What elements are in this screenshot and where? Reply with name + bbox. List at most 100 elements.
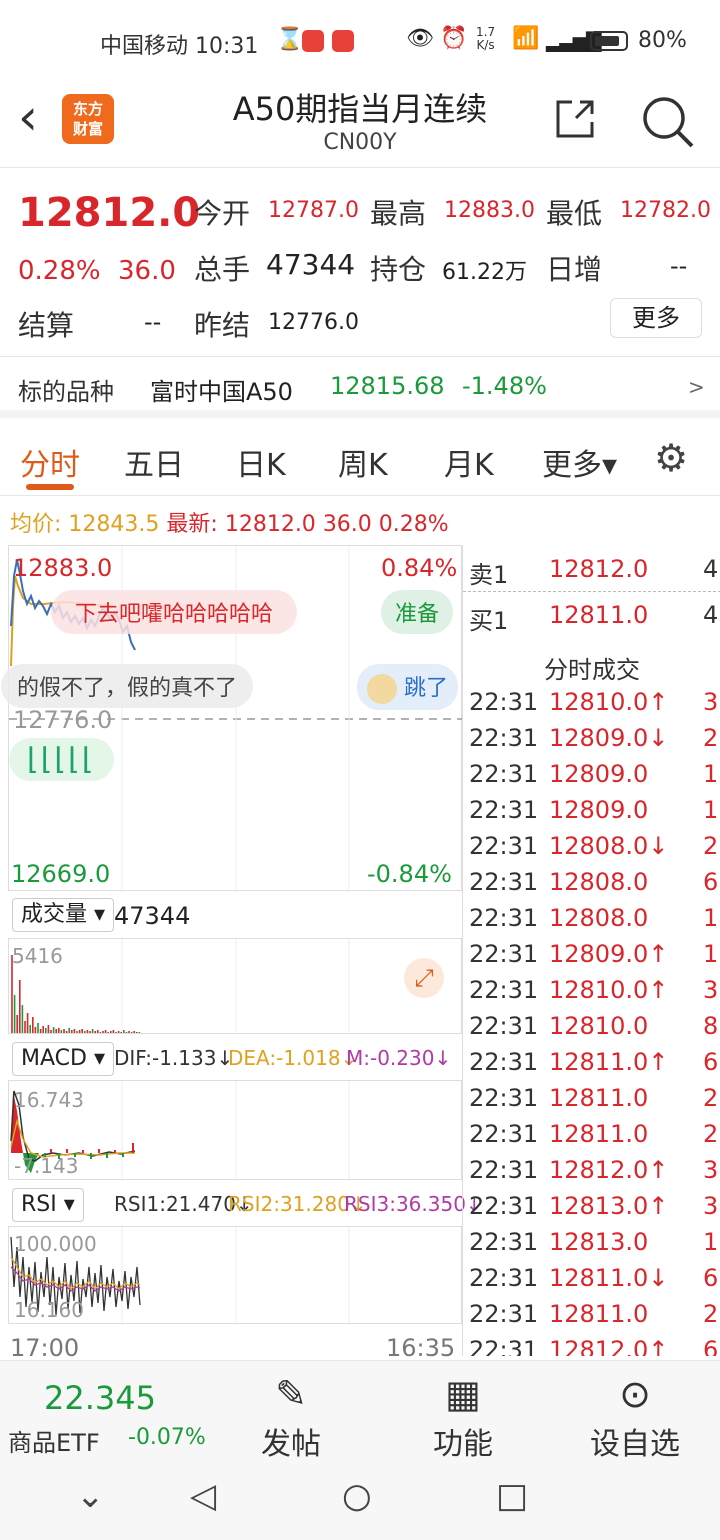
buy-label: 买1	[469, 607, 509, 635]
logo-text: 财富	[72, 120, 103, 138]
trade-time: 22:31	[469, 904, 539, 932]
macd-bottom: -7.143	[14, 1154, 79, 1178]
danmu-emoji: ⌊⌊⌊⌊⌊	[9, 738, 114, 781]
trade-volume: 2	[703, 1300, 719, 1328]
tab-weekly-k[interactable]: 周K	[338, 440, 388, 484]
underlying-row[interactable]: 标的品种 富时中国A50 12815.68 -1.48% >	[0, 356, 720, 418]
trade-volume: 1	[703, 904, 719, 932]
tab-monthly-k[interactable]: 月K	[444, 440, 494, 484]
post-button[interactable]: ✎ 发帖	[236, 1369, 346, 1463]
app-notification-icon	[302, 30, 324, 52]
system-nav-bar: ⌄ ◁ ○ □	[0, 1460, 720, 1540]
danmu-comment: 下去吧嚯哈哈哈哈哈	[51, 590, 298, 634]
trade-row: 22:31 12811.0↓ 6	[469, 1264, 720, 1300]
trade-price: 12811.0↑	[549, 1048, 669, 1076]
trade-volume: 6	[703, 1336, 719, 1356]
active-tab-indicator	[26, 484, 74, 490]
macd-panel: MACD ▾ DIF:-1.133↓ DEA:-1.018↓ M:-0.230↓…	[8, 1040, 462, 1182]
chevron-down-icon[interactable]: ⌄	[76, 1476, 105, 1516]
search-icon[interactable]	[640, 94, 696, 150]
trade-time: 22:31	[469, 832, 539, 860]
back-icon[interactable]: ‹	[18, 92, 38, 142]
chart-bottom-percent: -0.84%	[367, 860, 452, 888]
trade-time: 22:31	[469, 1336, 539, 1356]
underlying-label: 标的品种	[18, 378, 114, 406]
trade-volume: 1	[703, 796, 719, 824]
add-watchlist-button[interactable]: ⊙ 设自选	[580, 1369, 690, 1463]
high-label: 最高	[370, 197, 427, 230]
macd-dif: DIF:-1.133↓	[114, 1046, 234, 1070]
chart-mid-price: 12776.0	[13, 706, 113, 734]
trade-volume: 3	[703, 1192, 719, 1220]
more-button[interactable]: 更多	[610, 298, 702, 338]
trade-price: 12813.0↑	[549, 1192, 669, 1220]
trade-price: 12809.0↓	[549, 724, 669, 752]
volume-total: 47344	[114, 902, 191, 930]
functions-button[interactable]: ▦ 功能	[408, 1369, 518, 1463]
instrument-code: CN00Y	[323, 130, 397, 155]
danmu-comment: 跳了	[357, 664, 459, 710]
expand-icon[interactable]: ⤢	[404, 958, 444, 998]
danmu-text: 跳了	[404, 676, 449, 701]
position-label: 持仓	[370, 253, 427, 286]
alarm-icon: ⏰	[440, 26, 468, 51]
tab-more[interactable]: 更多▾	[542, 440, 617, 484]
back-nav-icon[interactable]: ◁	[190, 1476, 216, 1516]
trade-volume: 1	[703, 940, 719, 968]
hourglass-icon: ⌛	[276, 27, 304, 52]
recents-nav-icon[interactable]: □	[496, 1476, 528, 1516]
avg-label: 均价:	[10, 512, 62, 537]
wifi-icon: 📶	[512, 26, 540, 51]
trade-time: 22:31	[469, 1228, 539, 1256]
avg-value: 12843.5	[68, 512, 160, 537]
buy-volume: 4	[703, 601, 719, 629]
net-speed-unit: K/s	[476, 38, 495, 52]
indicator-selector[interactable]: 成交量 ▾	[12, 898, 115, 932]
high-value: 12883.0	[444, 198, 535, 223]
trade-row: 22:31 12809.0↓ 2	[469, 724, 720, 760]
home-nav-icon[interactable]: ○	[342, 1476, 372, 1516]
chart-start-time: 17:00	[10, 1334, 80, 1362]
trade-volume: 6	[703, 868, 719, 896]
tab-daily-k[interactable]: 日K	[236, 440, 286, 484]
trade-row: 22:31 12808.0↓ 2	[469, 832, 720, 868]
indicator-selector[interactable]: MACD ▾	[12, 1042, 114, 1076]
share-icon[interactable]	[552, 96, 598, 142]
trade-row: 22:31 12811.0 2	[469, 1300, 720, 1336]
latest-change: 36.0	[322, 512, 372, 537]
chevron-right-icon: >	[688, 375, 705, 399]
chart-end-time: 16:35	[386, 1334, 456, 1362]
avg-latest-line: 均价: 12843.5 最新: 12812.0 36.0 0.28%	[10, 506, 449, 538]
low-value: 12782.0	[620, 198, 711, 223]
volume-chart	[8, 938, 462, 1034]
trade-row: 22:31 12809.0 1	[469, 796, 720, 832]
status-bar: 中国移动 10:31 ⌛ 👁 ⏰ 1.7 K/s 📶 ▂▃▅▇ 80%	[0, 0, 720, 82]
latest-percent: 0.28%	[378, 512, 449, 537]
trade-row: 22:31 12813.0 1	[469, 1228, 720, 1264]
tab-intraday[interactable]: 分时	[20, 440, 80, 484]
gear-icon[interactable]: ⚙	[654, 436, 688, 480]
rsi-panel: RSI ▾ RSI1:21.470↓ RSI2:31.280↓ RSI3:36.…	[8, 1186, 483, 1326]
bottom-toolbar: 22.345 商品ETF -0.07% ✎ 发帖 ▦ 功能 ⊙ 设自选	[0, 1360, 720, 1463]
volume-max: 5416	[12, 944, 63, 968]
daily-increase-value: --	[670, 252, 688, 280]
tab-five-day[interactable]: 五日	[124, 440, 184, 484]
trade-row: 22:31 12811.0 2	[469, 1084, 720, 1120]
indicator-selector[interactable]: RSI ▾	[12, 1188, 84, 1222]
trade-volume: 2	[703, 1120, 719, 1148]
trade-row: 22:31 12812.0↑ 3	[469, 1156, 720, 1192]
rsi-bottom: 16.160	[14, 1298, 84, 1322]
trade-volume: 2	[703, 1084, 719, 1112]
trade-ticks[interactable]: 分时成交 22:31 12810.0↑ 3 22:31 12809.0↓ 2 22:31 12…	[462, 640, 720, 1356]
functions-label: 功能	[433, 1427, 493, 1462]
trade-time: 22:31	[469, 1192, 539, 1220]
trade-volume: 3	[703, 688, 719, 716]
trade-volume: 3	[703, 1156, 719, 1184]
trade-row: 22:31 12810.0↑ 3	[469, 976, 720, 1012]
settle-label: 结算	[18, 309, 75, 342]
page-header: ‹ 东方 财富 A50期指当月连续 CN00Y	[0, 82, 720, 168]
etf-price: 22.345	[44, 1379, 156, 1417]
trade-price: 12810.0	[549, 1012, 649, 1040]
trade-time: 22:31	[469, 1012, 539, 1040]
intraday-chart[interactable]: 12883.0 0.84% 12776.0 12669.0 -0.84% 下去吧…	[1, 545, 463, 892]
